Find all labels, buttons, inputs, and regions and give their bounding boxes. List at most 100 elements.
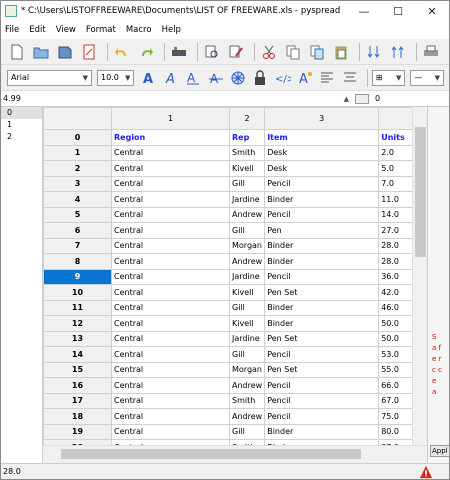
grid-cell[interactable]: Pencil [264,346,380,363]
markup-icon[interactable]: </> [273,68,291,88]
grid-cell[interactable]: Smith [228,392,266,409]
grid-cell[interactable]: Binder [264,191,380,208]
grid-cell[interactable]: Pencil [264,206,380,223]
grid-cell[interactable]: Central [111,160,230,177]
menu-file[interactable]: File [5,25,19,35]
row-header[interactable]: 2 [43,160,112,177]
row-header[interactable]: 4 [43,191,112,208]
grid-cell[interactable]: Central [111,423,230,440]
row-header[interactable]: 10 [43,284,112,301]
grid-cell[interactable]: Morgan [228,237,266,254]
grid-cell[interactable]: Binder [264,237,380,254]
font-size-select[interactable]: 10.0 ▼ [97,69,135,86]
grid-cell[interactable]: Region [111,129,230,146]
maximize-button[interactable]: ☐ [381,1,415,21]
grid-cell[interactable]: Andrew [228,408,266,425]
new-file-icon[interactable] [7,42,27,62]
toggle-icon[interactable] [169,42,189,62]
apply-button[interactable]: Appl [430,445,450,457]
grid-cell[interactable]: Binder [264,315,380,332]
font-color-icon[interactable]: A [296,68,314,88]
open-file-icon[interactable] [31,42,51,62]
freeze-icon[interactable] [229,68,247,88]
menu-edit[interactable]: Edit [29,25,45,35]
grid-cell[interactable]: Binder [264,423,380,440]
grid-cell[interactable]: Jardine [228,330,266,347]
grid-cell[interactable]: Pencil [264,268,380,285]
undo-icon[interactable] [112,42,132,62]
bold-icon[interactable]: A [139,68,157,88]
align-vertical-icon[interactable] [340,68,358,88]
table-choice-value[interactable]: 0 [375,94,445,103]
grid-cell[interactable]: Central [111,346,230,363]
grid-cell[interactable]: Binder [264,299,380,316]
row-header[interactable]: 7 [43,237,112,254]
grid-cell[interactable]: Item [264,129,380,146]
grid-cell[interactable]: Binder [264,253,380,270]
grid-cell[interactable]: Central [111,268,230,285]
row-header[interactable]: 12 [43,315,112,332]
row-header[interactable]: 1 [43,144,112,161]
font-select[interactable]: Arial ▼ [7,69,93,86]
sort-icon[interactable] [364,42,384,62]
row-header[interactable]: 13 [43,330,112,347]
find-icon[interactable] [202,42,222,62]
grid-cell[interactable]: Central [111,330,230,347]
grid-cell[interactable]: Central [111,284,230,301]
grid-cell[interactable]: Central [111,175,230,192]
underline-icon[interactable]: A [184,68,202,88]
print-icon[interactable] [421,42,441,62]
grid-cell[interactable]: Central [111,361,230,378]
grid-cell[interactable]: Central [111,315,230,332]
row-header[interactable]: 11 [43,299,112,316]
menu-view[interactable]: View [56,25,76,35]
export-pdf-icon[interactable] [79,42,99,62]
grid-cell[interactable]: Andrew [228,206,266,223]
sort-reverse-icon[interactable] [388,42,408,62]
redo-icon[interactable] [136,42,156,62]
close-button[interactable]: ✕ [415,1,449,21]
grid-cell[interactable]: Pencil [264,377,380,394]
grid-cell[interactable]: Pen Set [264,330,380,347]
scroll-thumb[interactable] [415,127,426,257]
grid-cell[interactable]: Central [111,377,230,394]
cut-icon[interactable] [259,42,279,62]
grid-cell[interactable]: Kivell [228,315,266,332]
grid-cell[interactable]: Desk [264,144,380,161]
row-header[interactable]: 6 [43,222,112,239]
row-header[interactable]: 17 [43,392,112,409]
menu-help[interactable]: Help [162,25,181,35]
scroll-thumb[interactable] [61,449,361,459]
grid-cell[interactable]: Gill [228,222,266,239]
warning-icon[interactable] [419,465,433,479]
row-header[interactable]: 15 [43,361,112,378]
grid-cell[interactable]: Jardine [228,191,266,208]
grid-cell[interactable]: Central [111,206,230,223]
grid-cell[interactable]: Central [111,253,230,270]
align-left-icon[interactable] [318,68,336,88]
chevron-up-icon[interactable]: ▲ [344,95,349,103]
grid-cell[interactable]: Desk [264,160,380,177]
grid-cell[interactable]: Pen Set [264,361,380,378]
grid-cell[interactable]: Gill [228,175,266,192]
grid-cell[interactable]: Gill [228,423,266,440]
row-header[interactable]: 0 [43,129,112,146]
table-spin-icon[interactable] [355,93,369,104]
grid-cell[interactable]: Central [111,222,230,239]
column-header[interactable]: 1 [111,107,230,130]
row-header[interactable]: 8 [43,253,112,270]
grid-cell[interactable]: Jardine [228,268,266,285]
line-width-select[interactable]: — ▼ [410,69,445,86]
grid-cell[interactable]: Central [111,191,230,208]
menu-format[interactable]: Format [86,25,116,35]
grid-cell[interactable]: Gill [228,299,266,316]
grid-cell[interactable]: Central [111,237,230,254]
grid-cell[interactable]: Andrew [228,377,266,394]
column-header[interactable]: 3 [264,107,380,130]
strikethrough-icon[interactable]: A [206,68,224,88]
grid-cell[interactable]: Pen [264,222,380,239]
table-item[interactable]: 0 [1,107,42,119]
grid-cell[interactable]: Central [111,299,230,316]
grid-cell[interactable]: Andrew [228,253,266,270]
copy-results-icon[interactable] [307,42,327,62]
